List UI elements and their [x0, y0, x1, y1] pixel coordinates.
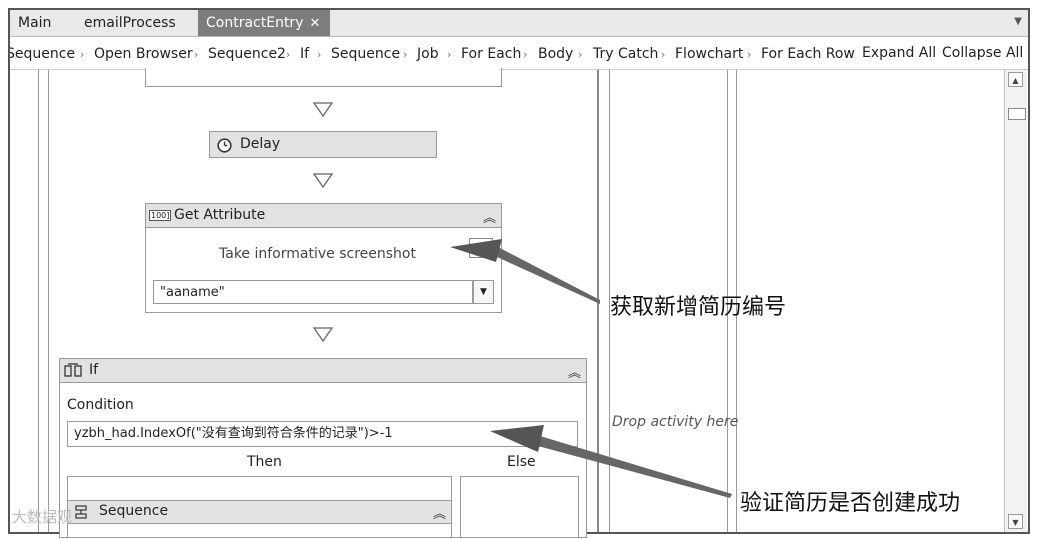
collapse-icon[interactable]: ︽	[433, 503, 446, 522]
flow-arrow-icon	[313, 173, 333, 189]
breadcrumb-item[interactable]: For Each	[461, 46, 521, 62]
close-icon[interactable]: ✕	[309, 16, 320, 31]
scroll-down-icon[interactable]: ▼	[1008, 514, 1023, 529]
menu-icon[interactable]	[469, 238, 493, 258]
collapse-icon[interactable]: ︽	[483, 207, 496, 226]
chevron-right-icon: ›	[317, 48, 322, 61]
else-label: Else	[507, 454, 536, 470]
sequence-icon	[75, 505, 87, 519]
activity-title: If	[89, 362, 99, 378]
then-label: Then	[247, 454, 282, 470]
flow-arrow-icon	[313, 102, 333, 118]
tab-contractentry[interactable]: ContractEntry ✕	[198, 10, 330, 36]
delay-activity[interactable]: Delay	[209, 131, 437, 158]
breadcrumb-item[interactable]: Flowchart	[675, 46, 743, 62]
tab-emailprocess[interactable]: emailProcess	[76, 10, 196, 36]
else-branch[interactable]	[460, 476, 579, 538]
screenshot-hint: Take informative screenshot	[219, 246, 416, 262]
flow-arrow-icon	[313, 327, 333, 343]
chevron-right-icon: ›	[80, 48, 85, 61]
annotation-verify: 验证简历是否创建成功	[740, 491, 961, 516]
chevron-right-icon: ›	[747, 48, 752, 61]
breadcrumb-item[interactable]: If	[300, 46, 309, 62]
condition-field[interactable]: yzbh_had.IndexOf("没有查询到符合条件的记录")>-1	[67, 421, 578, 447]
scrollbar-thumb[interactable]	[1008, 108, 1026, 120]
tab-main[interactable]: Main	[10, 10, 72, 36]
sequence-activity[interactable]: Sequence ︽	[67, 500, 452, 524]
activity-title: Delay	[240, 136, 281, 152]
chevron-right-icon: ›	[523, 48, 528, 61]
breadcrumb: Sequence › Open Browser › Sequence2 › If…	[10, 37, 1028, 70]
chevron-right-icon: ›	[447, 48, 452, 61]
watermark: 大数据观	[12, 508, 73, 526]
drop-activity-hint: Drop activity here	[612, 414, 739, 430]
chevron-right-icon: ›	[661, 48, 666, 61]
expand-all-button[interactable]: Expand All	[862, 45, 936, 61]
breadcrumb-item[interactable]: Open Browser	[94, 46, 193, 62]
dropdown-arrow-icon[interactable]: ▼	[473, 280, 494, 304]
previous-activity[interactable]	[145, 68, 502, 87]
vertical-scrollbar[interactable]: ▲ ▼	[1004, 70, 1027, 532]
activity-title: Sequence	[99, 503, 169, 519]
annotation-get-number: 获取新增简历编号	[610, 295, 787, 320]
chevron-right-icon: ›	[578, 48, 583, 61]
tab-label: emailProcess	[84, 15, 176, 31]
attribute-selector-field[interactable]: "aaname"	[153, 280, 473, 304]
scroll-up-icon[interactable]: ▲	[1008, 72, 1023, 87]
tab-label: ContractEntry	[206, 15, 304, 31]
get-attribute-header[interactable]: 100] Get Attribute ︽	[145, 203, 502, 228]
breadcrumb-item[interactable]: Body	[538, 46, 573, 62]
if-header[interactable]: If ︽	[59, 358, 587, 383]
breadcrumb-item[interactable]: Sequence	[10, 46, 75, 62]
tab-dropdown-icon[interactable]: ▼	[1014, 16, 1022, 27]
activity-title: Get Attribute	[174, 207, 266, 223]
tab-bar: Main emailProcess ContractEntry ✕ ▼	[10, 10, 1028, 37]
if-icon	[64, 363, 82, 377]
container-border	[38, 70, 39, 532]
chevron-right-icon: ›	[286, 48, 291, 61]
chevron-right-icon: ›	[194, 48, 199, 61]
breadcrumb-item[interactable]: Sequence	[331, 46, 400, 62]
container-border	[48, 70, 49, 532]
condition-label: Condition	[67, 397, 134, 413]
breadcrumb-item[interactable]: Job	[417, 46, 439, 62]
get-attribute-icon: 100]	[149, 210, 172, 221]
chevron-right-icon: ›	[403, 48, 408, 61]
breadcrumb-item[interactable]: Try Catch	[593, 46, 658, 62]
container-border	[597, 70, 599, 532]
breadcrumb-item[interactable]: For Each Row	[761, 46, 855, 62]
tab-label: Main	[18, 15, 52, 31]
clock-icon	[217, 138, 232, 153]
breadcrumb-item[interactable]: Sequence2	[208, 46, 286, 62]
collapse-icon[interactable]: ︽	[568, 362, 581, 381]
collapse-all-button[interactable]: Collapse All	[942, 45, 1023, 61]
